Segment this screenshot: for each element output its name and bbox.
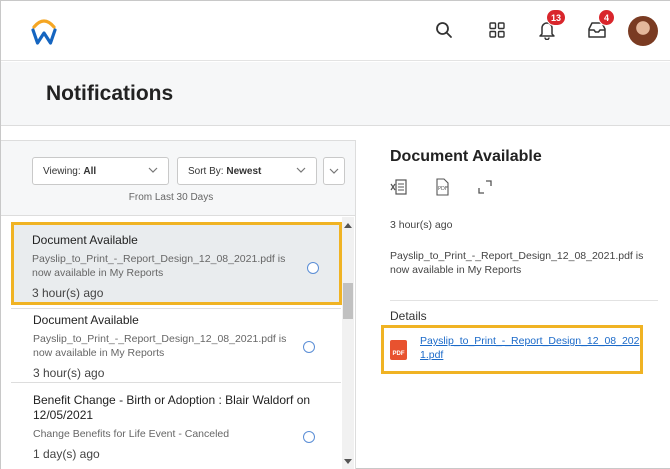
list-item-selected[interactable]: Document Available Payslip_to_Print_-_Re… [11,222,342,305]
list-scrollbar[interactable] [342,217,354,469]
viewing-label: Viewing: [43,165,81,177]
details-section-label: Details [390,309,427,323]
chevron-down-icon [148,166,158,177]
unread-indicator-icon[interactable] [303,431,315,443]
divider [11,308,341,309]
attachment-link[interactable]: Payslip_to_Print_-_Report_Design_12_08_2… [420,334,640,362]
notification-detail-panel: Document Available PDF 3 hour(s) ago Pay… [390,148,660,323]
apps-grid-icon[interactable] [484,17,510,43]
notification-body: Payslip_to_Print_-_Report_Design_12_08_2… [32,253,286,279]
sort-value: Newest [226,165,262,177]
notification-body: Payslip_to_Print_-_Report_Design_12_08_2… [33,333,287,359]
chevron-down-icon [296,166,306,177]
detail-title: Document Available [390,148,542,165]
export-pdf-icon[interactable]: PDF [433,178,451,196]
notification-title: Document Available [32,233,138,247]
notification-time: 3 hour(s) ago [33,366,105,380]
date-range-text: From Last 30 Days [128,192,214,203]
page-title: Notifications [46,82,174,105]
sort-label: Sort By: [188,165,224,177]
notification-list-panel: Viewing: All Sort By: Newest From Last 3… [1,140,356,469]
notification-title: Benefit Change - Birth or Adoption : Bla… [33,393,311,422]
filter-expand-button[interactable] [323,157,345,185]
notifications-count-badge: 13 [546,9,567,26]
search-icon[interactable] [431,17,457,43]
detail-body: Payslip_to_Print_-_Report_Design_12_08_2… [390,250,644,276]
divider [11,382,341,383]
list-item[interactable]: Document Available Payslip_to_Print_-_Re… [33,313,333,380]
scroll-thumb[interactable] [343,283,353,319]
notification-body: Change Benefits for Life Event - Cancele… [33,428,230,440]
svg-text:PDF: PDF [438,186,448,192]
unread-indicator-icon[interactable] [307,262,319,274]
scroll-up-arrow-icon[interactable] [344,223,352,228]
sort-select[interactable]: Sort By: Newest [177,157,317,185]
workday-logo[interactable] [26,13,62,49]
detail-time: 3 hour(s) ago [390,219,453,231]
inbox-count-badge: 4 [598,9,615,26]
notification-time: 1 day(s) ago [33,447,100,461]
pdf-file-icon: PDF [390,340,407,360]
unread-indicator-icon[interactable] [303,341,315,353]
list-item[interactable]: Benefit Change - Birth or Adoption : Bla… [33,393,333,461]
filter-bar: Viewing: All Sort By: Newest From Last 3… [1,141,355,216]
fullscreen-icon[interactable] [476,178,494,196]
title-band: Notifications [1,62,670,126]
attachment-box: PDF Payslip_to_Print_-_Report_Design_12_… [381,325,643,374]
scroll-down-arrow-icon[interactable] [344,459,352,464]
export-excel-icon[interactable] [390,178,408,196]
viewing-value: All [83,165,97,177]
top-bar: 13 4 [1,1,670,61]
viewing-select[interactable]: Viewing: All [32,157,169,185]
divider [390,300,658,301]
notification-time: 3 hour(s) ago [32,286,104,300]
notification-list: Document Available Payslip_to_Print_-_Re… [1,217,343,469]
user-avatar[interactable] [628,16,658,46]
detail-toolbar: PDF [390,178,530,198]
notification-title: Document Available [33,313,139,327]
